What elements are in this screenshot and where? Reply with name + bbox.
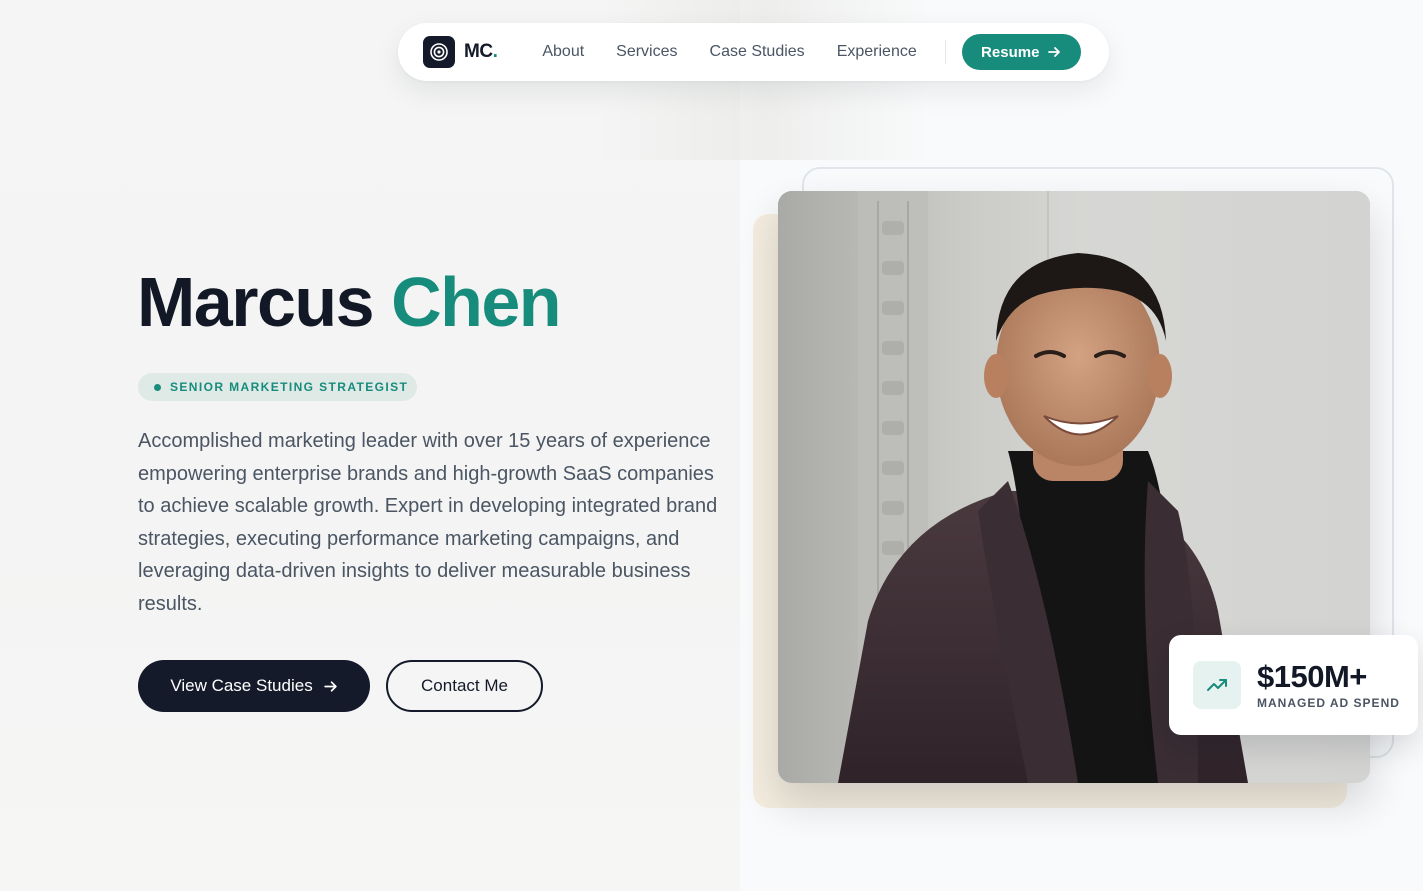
nav-divider: [944, 40, 946, 64]
nav-links: About Services Case Studies Experience: [542, 43, 916, 61]
logo-text: MC.: [464, 41, 498, 62]
resume-button-label: Resume: [981, 43, 1040, 61]
top-nav: MC. About Services Case Studies Experien…: [398, 23, 1109, 81]
logo[interactable]: MC.: [423, 36, 498, 68]
stat-text: $150M+ MANAGED AD SPEND: [1257, 659, 1400, 711]
nav-link-services[interactable]: Services: [616, 43, 677, 61]
logo-badge-icon: [423, 36, 455, 68]
stat-label: MANAGED AD SPEND: [1257, 696, 1400, 710]
contact-me-button[interactable]: Contact Me: [386, 660, 543, 712]
hero-last-name: Chen: [391, 263, 562, 341]
arrow-right-icon: [323, 680, 337, 692]
hero-title: Marcus Chen: [137, 262, 562, 342]
stat-value: $150M+: [1257, 659, 1367, 694]
nav-link-experience[interactable]: Experience: [837, 43, 917, 61]
resume-button[interactable]: Resume: [961, 34, 1081, 70]
role-text: SENIOR MARKETING STRATEGIST: [170, 380, 409, 394]
role-dot-icon: [154, 383, 161, 391]
view-case-studies-button[interactable]: View Case Studies: [138, 660, 370, 712]
ad-spend-stat-card: $150M+ MANAGED AD SPEND: [1169, 635, 1418, 735]
hero-intro: Accomplished marketing leader with over …: [138, 430, 718, 615]
view-case-studies-label: View Case Studies: [170, 676, 313, 695]
nav-link-case-studies[interactable]: Case Studies: [710, 43, 805, 61]
arrow-right-icon: [1048, 47, 1061, 57]
nav-link-about[interactable]: About: [542, 43, 584, 61]
role-badge: SENIOR MARKETING STRATEGIST: [138, 373, 417, 401]
trending-up-icon: [1193, 661, 1241, 709]
contact-me-label: Contact Me: [421, 676, 508, 695]
hero-first-name: Marcus: [137, 263, 375, 341]
